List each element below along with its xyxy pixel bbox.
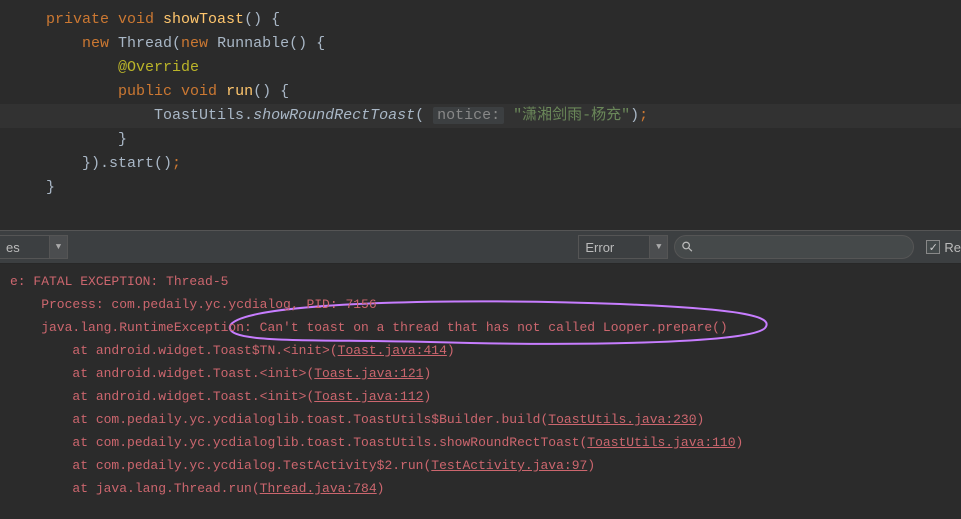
log-line[interactable]: at android.widget.Toast.<init>(Toast.jav… <box>0 362 961 385</box>
chevron-down-icon[interactable]: ▼ <box>50 235 68 259</box>
chevron-down-icon[interactable]: ▼ <box>650 235 668 259</box>
log-text: e: FATAL EXCEPTION: Thread-5 <box>10 274 228 289</box>
log-line[interactable]: at java.lang.Thread.run(Thread.java:784) <box>0 477 961 500</box>
code-line[interactable]: }).start(); <box>0 152 961 176</box>
stacktrace-link[interactable]: Toast.java:112 <box>314 389 423 404</box>
log-text: ) <box>423 389 431 404</box>
log-text: ) <box>447 343 455 358</box>
logcat-panel[interactable]: e: FATAL EXCEPTION: Thread-5 Process: co… <box>0 264 961 500</box>
stacktrace-link[interactable]: TestActivity.java:97 <box>431 458 587 473</box>
code-token: run <box>226 83 253 100</box>
stacktrace-link[interactable]: Toast.java:121 <box>314 366 423 381</box>
log-text: java.lang.RuntimeException: Can't toast … <box>10 320 728 335</box>
logcat-toolbar: es ▼ Error ▼ ⚲ ✓ Re <box>0 230 961 264</box>
stacktrace-link[interactable]: Thread.java:784 <box>260 481 377 496</box>
log-text: ) <box>587 458 595 473</box>
code-token: @Override <box>118 59 199 76</box>
code-token: ; <box>639 107 648 124</box>
log-text: at android.widget.Toast.<init>( <box>10 389 314 404</box>
log-line[interactable]: at com.pedaily.yc.ycdialog.TestActivity$… <box>0 454 961 477</box>
log-level-combo[interactable]: Error <box>578 235 650 259</box>
log-line[interactable]: at android.widget.Toast$TN.<init>(Toast.… <box>0 339 961 362</box>
regex-checkbox[interactable]: ✓ Re <box>926 240 961 255</box>
code-token: notice: <box>433 107 504 124</box>
code-editor[interactable]: private void showToast() { new Thread(ne… <box>0 0 961 230</box>
log-text: ) <box>377 481 385 496</box>
log-line[interactable]: at android.widget.Toast.<init>(Toast.jav… <box>0 385 961 408</box>
code-token: ; <box>172 155 181 172</box>
log-text: at android.widget.Toast$TN.<init>( <box>10 343 338 358</box>
code-token: ) <box>630 107 639 124</box>
log-line[interactable]: java.lang.RuntimeException: Can't toast … <box>0 316 961 339</box>
stacktrace-link[interactable]: Toast.java:414 <box>338 343 447 358</box>
log-line[interactable]: at com.pedaily.yc.ycdialoglib.toast.Toas… <box>0 408 961 431</box>
log-text: at com.pedaily.yc.ycdialoglib.toast.Toas… <box>10 412 548 427</box>
code-token: Thread( <box>118 35 181 52</box>
code-token: showToast <box>163 11 244 28</box>
log-text: ) <box>423 366 431 381</box>
code-token: } <box>118 131 127 148</box>
code-line[interactable]: @Override <box>0 56 961 80</box>
code-token <box>504 107 513 124</box>
log-text: at com.pedaily.yc.ycdialoglib.toast.Toas… <box>10 435 587 450</box>
code-token: public void <box>118 83 226 100</box>
code-token: new <box>82 35 118 52</box>
log-search-input[interactable]: ⚲ <box>674 235 914 259</box>
log-text: ) <box>697 412 705 427</box>
code-token: "潇湘剑雨-杨充" <box>513 107 630 124</box>
log-text: Process: com.pedaily.yc.ycdialog, PID: 7… <box>10 297 377 312</box>
log-line[interactable]: at com.pedaily.yc.ycdialoglib.toast.Toas… <box>0 431 961 454</box>
code-line[interactable]: ToastUtils.showRoundRectToast( notice: "… <box>0 104 961 128</box>
log-text: at java.lang.Thread.run( <box>10 481 260 496</box>
process-filter-combo[interactable]: es <box>0 235 50 259</box>
code-token: new <box>181 35 217 52</box>
search-icon: ⚲ <box>679 237 698 256</box>
code-token: ( <box>415 107 433 124</box>
code-token: () { <box>244 11 280 28</box>
checkbox-icon: ✓ <box>926 240 940 254</box>
stacktrace-link[interactable]: ToastUtils.java:230 <box>548 412 696 427</box>
code-token: () { <box>253 83 289 100</box>
code-line[interactable]: private void showToast() { <box>0 8 961 32</box>
code-token: Runnable() { <box>217 35 325 52</box>
regex-label: Re <box>944 240 961 255</box>
code-line[interactable]: } <box>0 128 961 152</box>
code-token: private void <box>46 11 163 28</box>
code-token: } <box>46 179 55 196</box>
log-text: at com.pedaily.yc.ycdialog.TestActivity$… <box>10 458 431 473</box>
code-line[interactable]: } <box>0 176 961 200</box>
stacktrace-link[interactable]: ToastUtils.java:110 <box>587 435 735 450</box>
log-line[interactable]: Process: com.pedaily.yc.ycdialog, PID: 7… <box>0 293 961 316</box>
code-token: ToastUtils. <box>154 107 253 124</box>
log-text: ) <box>736 435 744 450</box>
log-line[interactable]: e: FATAL EXCEPTION: Thread-5 <box>0 270 961 293</box>
code-token: showRoundRectToast <box>253 107 415 124</box>
code-line[interactable]: public void run() { <box>0 80 961 104</box>
code-line[interactable]: new Thread(new Runnable() { <box>0 32 961 56</box>
code-token: }).start() <box>82 155 172 172</box>
log-text: at android.widget.Toast.<init>( <box>10 366 314 381</box>
